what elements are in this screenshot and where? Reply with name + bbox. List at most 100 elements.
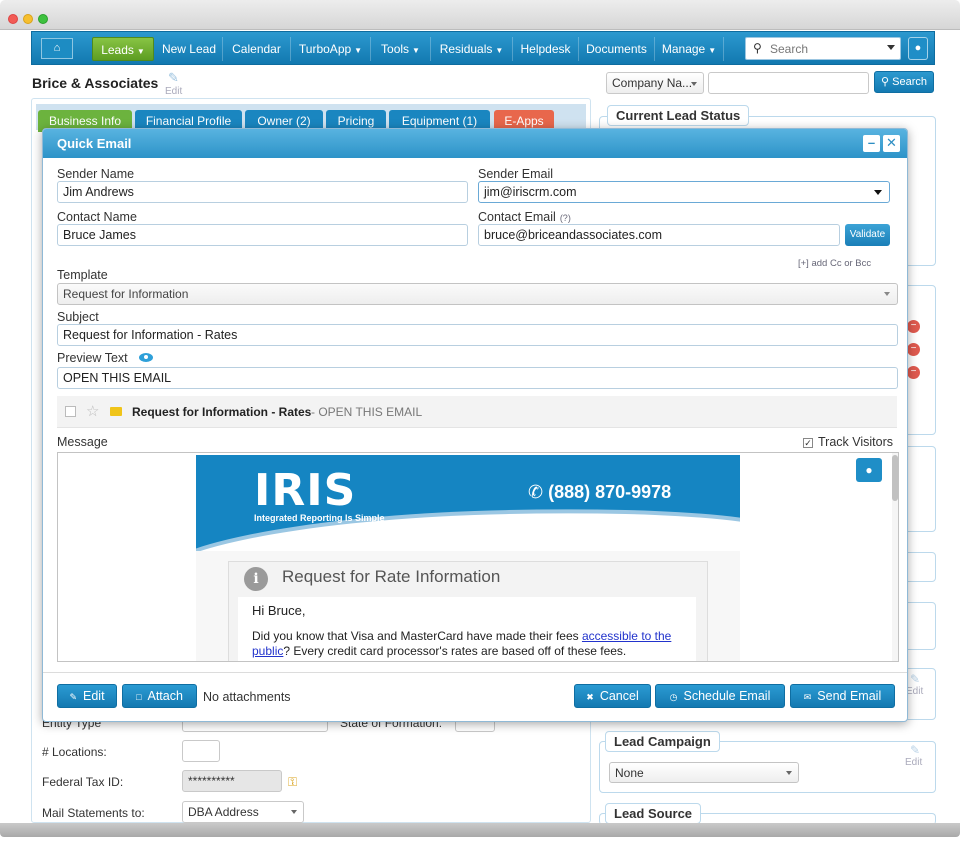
nav-documents[interactable]: Documents (578, 37, 654, 61)
remove-icon[interactable]: − (907, 366, 920, 379)
federal-tax-label: Federal Tax ID: (42, 775, 124, 789)
edit-link[interactable]: Edit (906, 686, 923, 697)
contact-email-label: Contact Email (?) (478, 210, 571, 224)
page-title: Brice & Associates (32, 75, 159, 91)
phone-icon: ✆ (528, 482, 549, 502)
nav-label: Residuals (439, 42, 493, 56)
select-value: DBA Address (188, 805, 259, 819)
edit-title-link[interactable]: Edit (165, 86, 182, 97)
select-value: None (615, 766, 644, 780)
caret-down-icon: ▼ (495, 46, 504, 55)
template-select[interactable]: Request for Information (57, 283, 898, 305)
chevron-down-icon (884, 292, 890, 296)
locations-input[interactable] (182, 740, 220, 762)
nav-new-lead[interactable]: New Lead (156, 37, 222, 61)
remove-icon[interactable]: − (907, 320, 920, 333)
tab-label: E-Apps (504, 114, 544, 128)
sender-name-input[interactable]: Jim Andrews (57, 181, 468, 203)
label-text: Contact Email (478, 210, 556, 224)
button-label: Cancel (599, 689, 639, 703)
help-icon[interactable]: (?) (560, 213, 571, 223)
nav-label: Manage (661, 42, 706, 56)
select-value: Company Na... (612, 76, 693, 90)
microphone-icon: ● (865, 463, 873, 477)
input-value: Request for Information - Rates (63, 328, 238, 342)
preview-text-label: Preview Text (57, 351, 128, 365)
lead-search-input[interactable] (708, 72, 869, 94)
chevron-down-icon[interactable] (887, 45, 895, 50)
subject-input[interactable]: Request for Information - Rates (57, 324, 898, 346)
chevron-down-icon (291, 810, 297, 814)
caret-down-icon: ▼ (412, 46, 420, 55)
tab-label: Financial Profile (145, 114, 232, 128)
pencil-icon[interactable]: ✎ (910, 672, 920, 686)
sender-email-label: Sender Email (478, 167, 554, 181)
minimize-modal-button[interactable]: – (863, 135, 880, 152)
remove-icon[interactable]: − (907, 343, 920, 356)
schedule-email-button[interactable]: ◷ Schedule Email (655, 684, 785, 708)
global-search-input[interactable]: ⚲ Search (745, 37, 901, 60)
iris-tagline: Integrated Reporting Is Simple (254, 513, 385, 523)
track-visitors-label[interactable]: Track Visitors (818, 435, 893, 449)
sender-email-select[interactable]: jim@iriscrm.com (478, 181, 890, 203)
track-visitors-checkbox[interactable]: ✓ (803, 438, 813, 448)
nav-label: New Lead (161, 42, 217, 56)
quick-email-modal: Quick Email – ✕ Sender Name Jim Andrews … (42, 128, 908, 722)
tab-label: Equipment (1) (401, 114, 478, 128)
pencil-icon[interactable]: ✎ (168, 70, 179, 86)
home-button[interactable]: ⌂ (41, 38, 73, 59)
email-paragraph: Did you know that Visa and MasterCard ha… (252, 629, 692, 659)
eye-icon[interactable] (139, 353, 153, 362)
label-tag-icon (110, 407, 122, 416)
edit-button[interactable]: ✎ Edit (57, 684, 117, 708)
contact-email-input[interactable]: bruce@briceandassociates.com (478, 224, 840, 246)
cancel-button[interactable]: ✖ Cancel (574, 684, 651, 708)
add-cc-bcc-link[interactable]: [+] add Cc or Bcc (798, 258, 871, 269)
message-editor[interactable]: IRIS Integrated Reporting Is Simple ✆ (8… (57, 452, 899, 662)
key-icon[interactable]: ⚿ (288, 775, 297, 790)
nav-tools[interactable]: Tools ▼ (370, 37, 430, 61)
nav-residuals[interactable]: Residuals ▼ (430, 37, 512, 61)
contact-name-input[interactable]: Bruce James (57, 224, 468, 246)
search-field-select[interactable]: Company Na... (606, 72, 704, 94)
lead-campaign-title: Lead Campaign (605, 731, 720, 752)
nav-turboapp[interactable]: TurboApp ▼ (290, 37, 370, 61)
edit-link[interactable]: Edit (905, 757, 922, 768)
close-modal-button[interactable]: ✕ (883, 135, 900, 152)
window-titlebar (0, 0, 960, 30)
input-value: Jim Andrews (63, 185, 134, 199)
send-email-button[interactable]: ✉ Send Email (790, 684, 895, 708)
para-text: ? Every credit card processor's rates ar… (283, 644, 627, 658)
nav-manage[interactable]: Manage ▼ (654, 37, 724, 61)
voice-search-button[interactable]: ● (908, 37, 928, 60)
button-label: Schedule Email (683, 689, 771, 703)
search-icon: ⚲ (881, 76, 893, 88)
validate-button[interactable]: Validate (845, 224, 890, 246)
editor-scrollbar[interactable] (892, 453, 898, 661)
tab-label: Pricing (337, 114, 375, 128)
voice-dictation-button[interactable]: ● (856, 458, 882, 482)
mail-statements-select[interactable]: DBA Address (182, 801, 304, 823)
home-icon: ⌂ (53, 42, 61, 54)
nav-calendar[interactable]: Calendar (222, 37, 290, 61)
lead-search-button[interactable]: ⚲ Search (874, 71, 934, 93)
preview-text-input[interactable]: OPEN THIS EMAIL (57, 367, 898, 389)
chevron-down-icon (691, 82, 697, 86)
federal-tax-input[interactable]: ********** (182, 770, 282, 792)
caret-down-icon: ▼ (136, 47, 145, 56)
attach-button[interactable]: □ Attach (122, 684, 197, 708)
input-value: bruce@briceandassociates.com (484, 228, 663, 242)
email-banner: IRIS Integrated Reporting Is Simple ✆ (8… (196, 455, 740, 551)
maximize-window-button[interactable] (38, 14, 48, 24)
envelope-icon: ✉ (803, 692, 812, 702)
nav-label: TurboApp (298, 42, 352, 56)
email-card-title: Request for Rate Information (282, 567, 501, 586)
nav-helpdesk[interactable]: Helpdesk (512, 37, 578, 61)
pencil-icon[interactable]: ✎ (910, 743, 920, 757)
lead-campaign-select[interactable]: None (609, 762, 799, 783)
nav-leads[interactable]: Leads ▼ (92, 37, 154, 61)
contact-name-label: Contact Name (57, 210, 137, 224)
minimize-window-button[interactable] (23, 14, 33, 24)
nav-label: Helpdesk (520, 42, 571, 56)
close-window-button[interactable] (8, 14, 18, 24)
